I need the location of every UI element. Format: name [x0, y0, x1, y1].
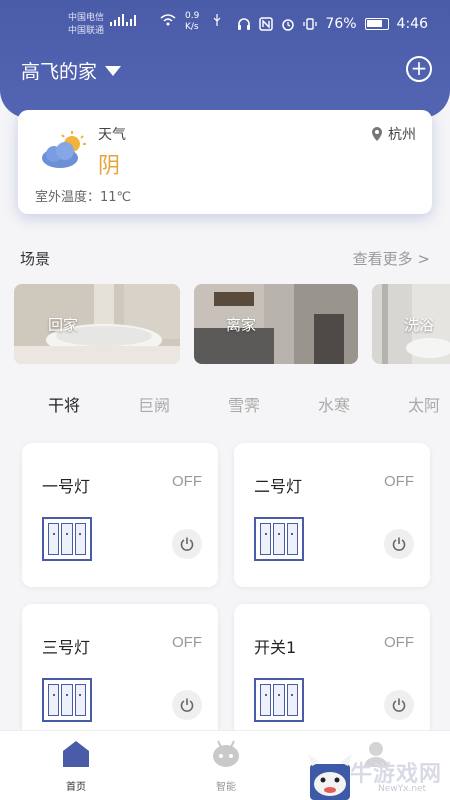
weather-card[interactable]: 天气 阴 室外温度：11℃ 杭州 [18, 110, 432, 214]
power-icon [392, 537, 406, 551]
nav-smart-label: 智能 [216, 782, 236, 793]
weather-value: 阴 [98, 154, 121, 179]
robot-icon [213, 740, 239, 767]
battery-icon [364, 18, 389, 30]
scene-card-bath[interactable]: 洗浴 [372, 284, 450, 364]
light-switch-icon [254, 678, 304, 722]
power-button[interactable] [172, 529, 202, 559]
device-name: 开关1 [254, 638, 297, 657]
cloudy-sun-icon [42, 131, 86, 168]
scene-label-away: 离家 [226, 316, 257, 334]
tab-xueji[interactable]: 雪霁 [228, 392, 260, 416]
power-button[interactable] [384, 690, 414, 720]
scene-label-bath: 洗浴 [404, 316, 435, 334]
usb-icon [212, 14, 222, 29]
caret-down-icon [105, 65, 122, 76]
nfc-icon [259, 17, 274, 31]
light-switch-icon [42, 517, 92, 561]
device-card[interactable]: 开关1 OFF [234, 604, 430, 748]
device-status: OFF [172, 634, 202, 651]
bathtub-image [14, 284, 180, 364]
power-icon [392, 698, 406, 712]
see-more-link[interactable]: 查看更多 > [353, 248, 430, 269]
signal-icon [110, 14, 138, 29]
light-switch-icon [254, 517, 304, 561]
alarm-icon [282, 19, 295, 31]
device-name: 二号灯 [254, 477, 303, 496]
device-status: OFF [384, 473, 414, 490]
weather-label: 天气 [98, 127, 126, 143]
power-icon [180, 698, 194, 712]
carrier-info: 中国电信 中国联通 [68, 12, 104, 38]
device-status: OFF [172, 473, 202, 490]
net-speed: 0.9 K/s [185, 11, 200, 32]
tab-ganjiang[interactable]: 干将 [48, 392, 80, 416]
status-bar: 中国电信 中国联通 0.9 K/s 76% 4:46 [0, 0, 450, 52]
scene-card-home[interactable]: 回家 [14, 284, 180, 364]
vibrate-icon [303, 18, 318, 30]
device-name: 一号灯 [42, 477, 91, 496]
home-selector[interactable]: 高飞的家 [21, 57, 122, 84]
nav-smart[interactable]: 智能 [196, 739, 256, 793]
nav-home-label: 首页 [66, 782, 86, 793]
status-right: 76% 4:46 [237, 16, 428, 32]
device-card[interactable]: 三号灯 OFF [22, 604, 218, 748]
wifi-icon [160, 14, 176, 29]
device-name: 三号灯 [42, 638, 91, 657]
add-device-button[interactable]: + [406, 56, 432, 82]
clock: 4:46 [396, 16, 428, 32]
tab-taie[interactable]: 太阿 [408, 392, 440, 416]
carrier-2: 中国联通 [68, 26, 105, 36]
watermark: 牛游戏网 NewYx.net [302, 750, 450, 800]
light-switch-icon [42, 678, 92, 722]
carrier-1: 中国电信 [68, 13, 105, 23]
device-card[interactable]: 一号灯 OFF [22, 443, 218, 587]
watermark-url: NewYx.net [378, 784, 427, 794]
city-location[interactable]: 杭州 [372, 124, 416, 144]
scene-card-away[interactable]: 离家 [194, 284, 358, 364]
tab-shuihan[interactable]: 水寒 [318, 392, 350, 416]
home-icon [63, 741, 89, 767]
mascot-logo [308, 754, 352, 800]
power-button[interactable] [172, 690, 202, 720]
tab-juque[interactable]: 巨阙 [138, 392, 170, 416]
power-icon [180, 537, 194, 551]
header-bar: 中国电信 中国联通 0.9 K/s 76% 4:46 高飞的家 + [0, 0, 450, 118]
bathroom-image [194, 284, 358, 364]
device-status: OFF [384, 634, 414, 651]
device-card[interactable]: 二号灯 OFF [234, 443, 430, 587]
scenes-title: 场景 [20, 250, 51, 268]
city-name: 杭州 [388, 127, 416, 143]
outdoor-temperature: 室外温度：11℃ [35, 190, 132, 205]
nav-home[interactable]: 首页 [46, 739, 106, 793]
battery-percent: 76% [325, 16, 357, 32]
scene-label-home: 回家 [48, 316, 79, 334]
location-pin-icon [372, 127, 382, 141]
power-button[interactable] [384, 529, 414, 559]
home-name: 高飞的家 [21, 61, 98, 83]
headphone-icon [238, 18, 251, 30]
plus-circle-icon: + [410, 56, 428, 80]
